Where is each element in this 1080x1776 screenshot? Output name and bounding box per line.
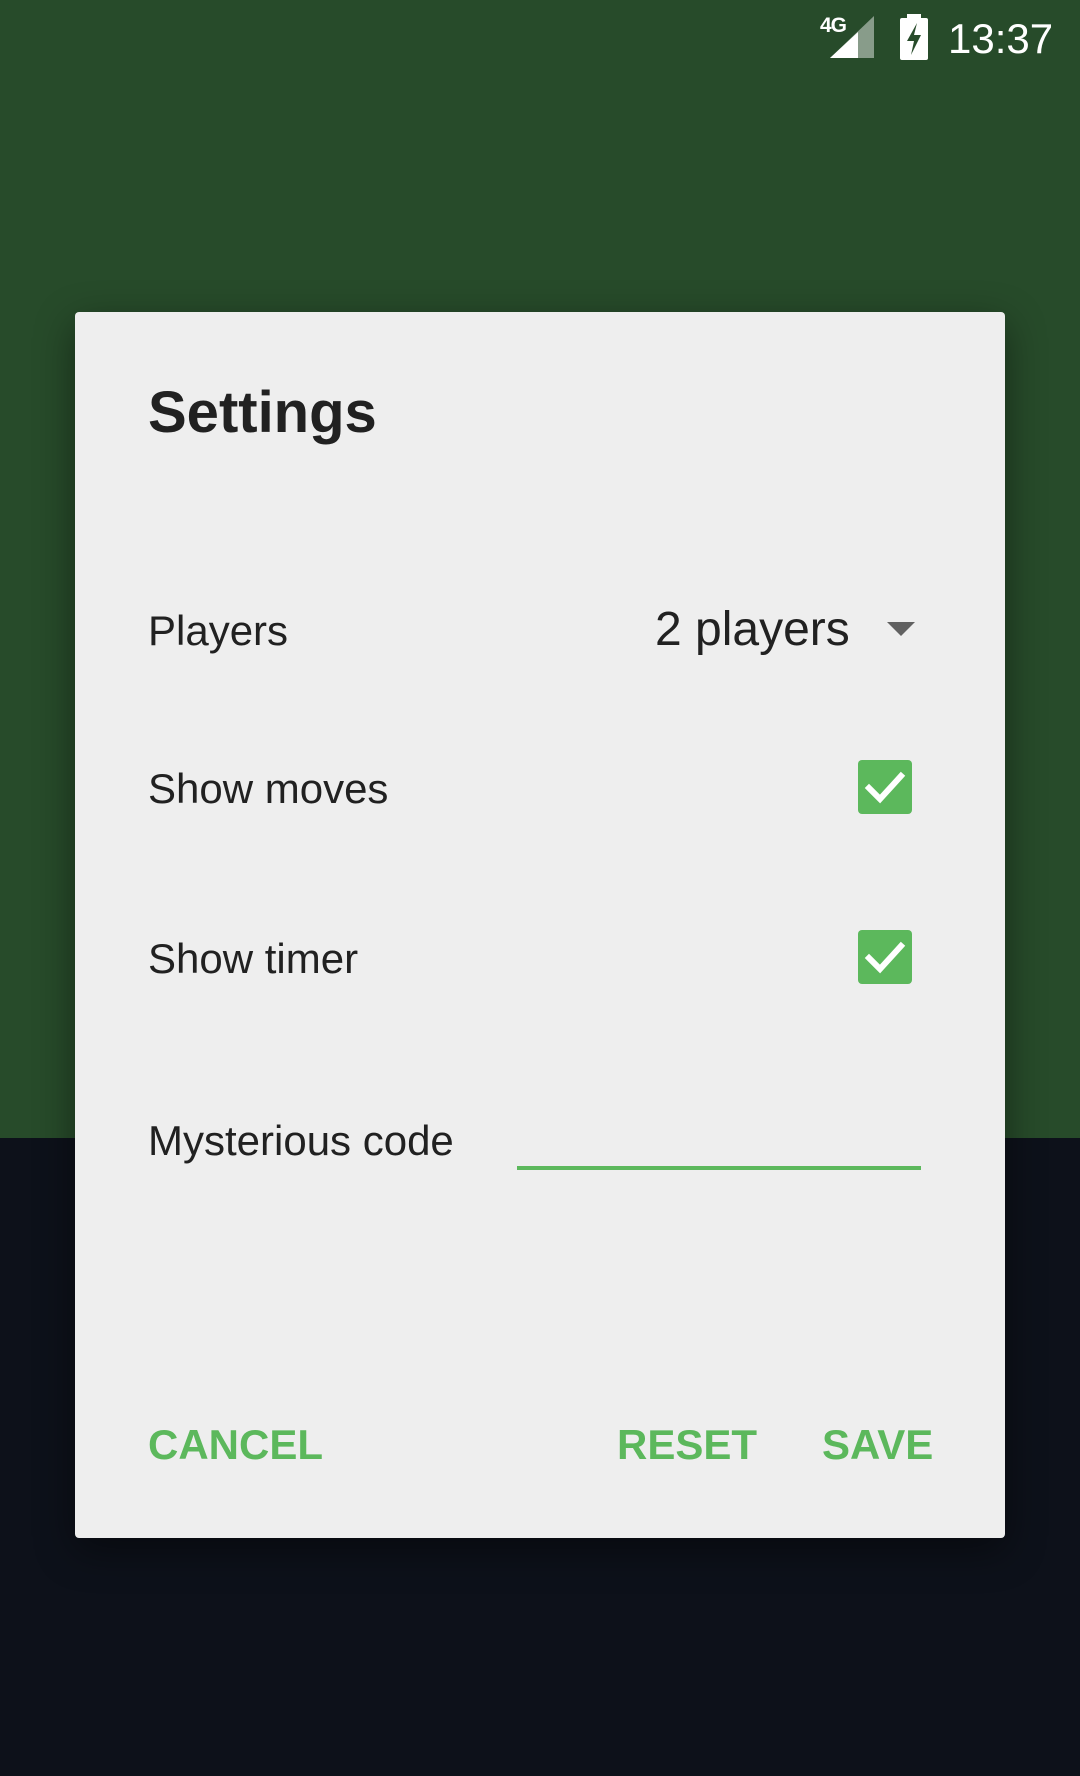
players-dropdown[interactable]: 2 players bbox=[655, 600, 925, 660]
show-moves-label: Show moves bbox=[148, 765, 389, 812]
status-bar: 4G 13:37 bbox=[0, 0, 1080, 75]
players-selected-value: 2 players bbox=[655, 603, 850, 656]
dialog-title: Settings bbox=[148, 380, 377, 445]
show-timer-checkbox[interactable] bbox=[858, 930, 912, 984]
checkmark-icon bbox=[864, 941, 906, 974]
mysterious-code-label: Mysterious code bbox=[148, 1117, 454, 1164]
show-timer-label: Show timer bbox=[148, 935, 359, 982]
mysterious-code-input[interactable] bbox=[517, 1102, 921, 1170]
battery-charging-icon bbox=[900, 14, 928, 60]
show-moves-checkbox[interactable] bbox=[858, 760, 912, 814]
settings-dialog: Settings Players 2 players Show moves Sh… bbox=[75, 312, 1005, 1538]
save-button[interactable]: SAVE bbox=[822, 1420, 933, 1470]
cancel-button[interactable]: CANCEL bbox=[148, 1420, 323, 1470]
players-label: Players bbox=[148, 607, 289, 654]
signal-icon bbox=[830, 16, 874, 58]
reset-button[interactable]: RESET bbox=[617, 1420, 757, 1470]
dropdown-arrow-icon bbox=[887, 622, 915, 636]
checkmark-icon bbox=[864, 771, 906, 804]
status-time: 13:37 bbox=[948, 15, 1054, 62]
